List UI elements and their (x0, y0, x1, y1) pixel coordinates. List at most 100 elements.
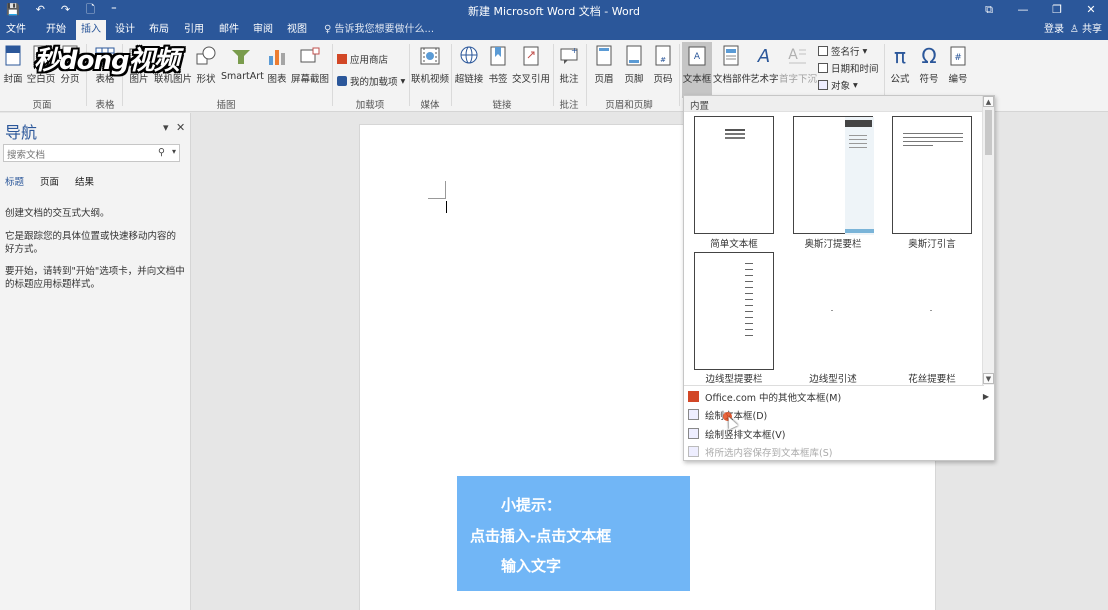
smartart-button[interactable]: SmartArt (221, 44, 264, 82)
menu-item-more-textboxes[interactable]: Office.com 中的其他文本框(M) ▶ (688, 388, 993, 405)
wordart-button[interactable]: A 艺术字 (750, 44, 779, 85)
symbol-button[interactable]: Ω 符号 (917, 44, 941, 85)
minimize-button[interactable]: — (1006, 0, 1040, 20)
signature-line-button[interactable]: 签名行 ▾ (818, 44, 867, 58)
restore-button[interactable]: ❐ (1040, 0, 1074, 20)
tab-mailings[interactable]: 邮件 (214, 20, 244, 40)
comment-button[interactable]: + 批注 (556, 44, 582, 85)
drop-cap-button[interactable]: A 首字下沉 (779, 44, 817, 85)
scroll-thumb[interactable] (985, 110, 992, 155)
ribbon-display-options-icon[interactable]: ⧉ (972, 0, 1006, 20)
tab-file[interactable]: 文件 (0, 20, 32, 40)
tab-view[interactable]: 视图 (282, 20, 312, 40)
share-button[interactable]: ♙ 共享 (1070, 20, 1102, 40)
group-separator (451, 44, 452, 106)
group-label-comments: 批注 (559, 100, 579, 111)
chevron-down-icon: ▾ (853, 79, 858, 91)
nav-search-placeholder: 搜索文档 (7, 150, 46, 161)
group-label-links: 链接 (492, 100, 512, 111)
cross-reference-button[interactable]: 交叉引用 (512, 44, 550, 85)
office-icon (688, 391, 699, 402)
textbox-gallery-dropdown: 内置 ▲ ▼ 简单文本框 奥斯汀提要栏 奥斯汀引言 边线型提要栏 边线型引述 花… (683, 95, 995, 461)
search-icon[interactable]: ⚲ (158, 147, 165, 158)
svg-text:#: # (954, 53, 962, 63)
scroll-up-icon[interactable]: ▲ (983, 96, 994, 107)
textbox-button[interactable]: A 文本框 (682, 42, 712, 98)
object-icon (818, 80, 828, 90)
gallery-item-label: 边线型提要栏 (705, 374, 763, 385)
nav-tab-pages[interactable]: 页面 (40, 174, 59, 188)
tip-line: 输入文字 (501, 557, 562, 575)
object-button[interactable]: 对象 ▾ (818, 78, 858, 92)
header-button[interactable]: 页眉 (592, 44, 616, 85)
nav-help-text: 要开始，请转到"开始"选项卡，并向文档中的标题应用标题样式。 (5, 266, 185, 290)
banded-sidebar-preview (745, 263, 753, 336)
nav-tab-results[interactable]: 结果 (75, 174, 94, 188)
gallery-item-banded-quote[interactable] (793, 252, 873, 370)
gallery-item-simple-textbox[interactable] (694, 116, 774, 234)
chevron-down-icon: ▾ (862, 45, 868, 57)
page-number-button[interactable]: # 页码 (651, 44, 675, 85)
footer-button[interactable]: 页脚 (622, 44, 646, 85)
tab-references[interactable]: 引用 (178, 20, 210, 40)
login-link[interactable]: 登录 (1044, 20, 1064, 40)
store-button[interactable]: 应用商店 (337, 52, 388, 66)
chevron-right-icon: ▶ (982, 392, 989, 401)
footer-icon (626, 45, 642, 66)
svg-text:A: A (757, 46, 770, 67)
nav-options-icon[interactable]: ▾ (163, 121, 169, 134)
group-separator (586, 44, 587, 106)
hyperlink-icon (460, 46, 478, 64)
online-video-icon (420, 47, 440, 65)
shapes-button[interactable]: 形状 (194, 44, 218, 85)
nav-tab-headings[interactable]: 标题 (5, 174, 24, 188)
gallery-item-label: 花丝提要栏 (908, 374, 956, 385)
group-separator (409, 44, 410, 106)
scroll-down-icon[interactable]: ▼ (983, 373, 994, 384)
svg-text:Ω: Ω (921, 44, 936, 68)
chart-button[interactable]: 图表 (265, 44, 289, 85)
tab-insert[interactable]: 插入 (76, 20, 106, 40)
tab-layout[interactable]: 布局 (144, 20, 174, 40)
gallery-item-label: 奥斯汀提要栏 (804, 239, 862, 250)
banded-quote-preview (831, 310, 833, 311)
cross-reference-icon (523, 46, 539, 66)
bookmark-button[interactable]: 书签 (486, 44, 510, 85)
tab-review[interactable]: 审阅 (248, 20, 278, 40)
screenshot-icon (300, 47, 320, 63)
menu-item-draw-vertical-textbox[interactable]: 绘制竖排文本框(V) (688, 425, 993, 442)
gallery-item-austin-sidebar[interactable] (793, 116, 874, 235)
gallery-scrollbar[interactable]: ▲ ▼ (982, 96, 994, 385)
cover-page-button[interactable]: 封面 (2, 44, 24, 85)
tip-line: 小提示： (501, 496, 562, 514)
equation-button[interactable]: π 公式 (888, 44, 912, 85)
gallery-item-banded-sidebar[interactable] (694, 252, 774, 370)
group-label-media: 媒体 (420, 100, 440, 111)
chevron-down-icon[interactable]: ▾ (172, 147, 176, 156)
nav-help-text: 它是跟踪您的具体位置或快速移动内容的好方式。 (5, 231, 177, 255)
gallery-item-filigree-sidebar[interactable] (892, 252, 972, 370)
margin-mark (428, 198, 446, 199)
quick-parts-button[interactable]: 文档部件 (713, 44, 751, 85)
gallery-item-austin-quote[interactable] (892, 116, 972, 234)
quick-parts-icon (723, 45, 739, 66)
tab-home[interactable]: 开始 (38, 20, 74, 40)
group-separator (679, 44, 680, 106)
my-addins-button[interactable]: 我的加载项 ▾ (337, 74, 405, 88)
window-controls: ⧉ — ❐ ✕ (972, 0, 1108, 20)
text-cursor (446, 201, 447, 213)
close-button[interactable]: ✕ (1074, 0, 1108, 20)
screenshot-button[interactable]: 屏幕截图 (291, 44, 329, 85)
nav-close-icon[interactable]: ✕ (176, 121, 185, 134)
number-button[interactable]: # 编号 (946, 44, 970, 85)
svg-text:A: A (788, 47, 798, 63)
hyperlink-button[interactable]: 超链接 (454, 44, 484, 85)
online-video-button[interactable]: 联机视频 (411, 44, 449, 85)
tab-design[interactable]: 设计 (110, 20, 140, 40)
tell-me-box[interactable]: ♀ 告诉我您想要做什么... (324, 20, 434, 40)
textbox-icon: A (688, 46, 706, 66)
nav-search-input[interactable]: 搜索文档 ⚲ ▾ (3, 144, 180, 162)
filigree-sidebar-preview (930, 310, 932, 311)
bookmark-icon (490, 46, 506, 66)
date-time-button[interactable]: 日期和时间 (818, 61, 879, 75)
